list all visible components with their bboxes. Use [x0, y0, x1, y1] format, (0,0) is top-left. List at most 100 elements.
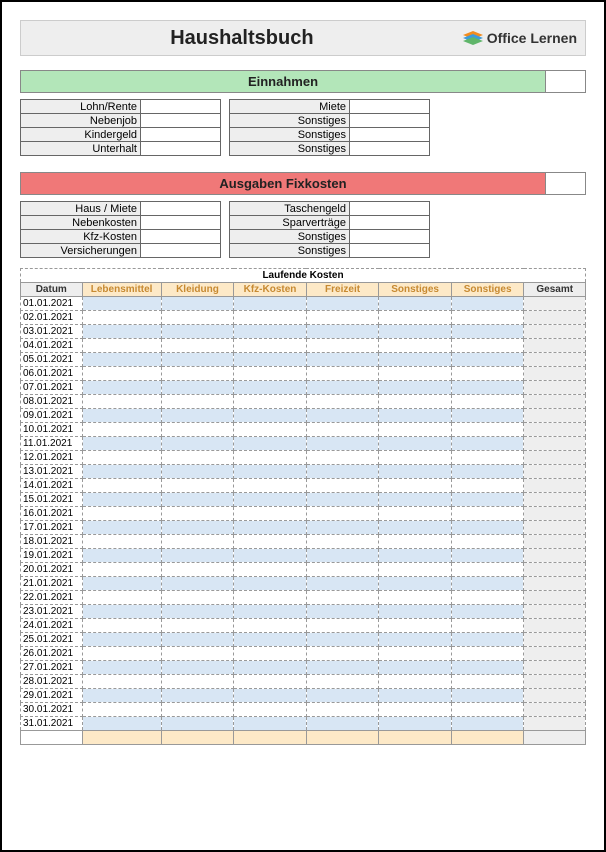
running-data-cell[interactable] — [161, 493, 234, 507]
running-data-cell[interactable] — [234, 717, 307, 731]
running-data-cell[interactable] — [306, 535, 379, 549]
running-data-cell[interactable] — [161, 647, 234, 661]
running-data-cell[interactable] — [451, 465, 524, 479]
running-data-cell[interactable] — [451, 675, 524, 689]
running-data-cell[interactable] — [234, 297, 307, 311]
fixed-left-value[interactable] — [141, 216, 221, 230]
running-data-cell[interactable] — [82, 367, 161, 381]
running-data-cell[interactable] — [161, 577, 234, 591]
running-data-cell[interactable] — [161, 661, 234, 675]
income-left-value[interactable] — [141, 142, 221, 156]
running-data-cell[interactable] — [379, 493, 452, 507]
running-data-cell[interactable] — [234, 339, 307, 353]
running-data-cell[interactable] — [161, 465, 234, 479]
running-data-cell[interactable] — [379, 633, 452, 647]
running-data-cell[interactable] — [82, 619, 161, 633]
running-data-cell[interactable] — [161, 381, 234, 395]
running-data-cell[interactable] — [451, 353, 524, 367]
running-data-cell[interactable] — [451, 325, 524, 339]
running-data-cell[interactable] — [234, 535, 307, 549]
running-data-cell[interactable] — [234, 619, 307, 633]
running-data-cell[interactable] — [451, 591, 524, 605]
running-data-cell[interactable] — [451, 423, 524, 437]
running-data-cell[interactable] — [451, 549, 524, 563]
running-data-cell[interactable] — [82, 479, 161, 493]
running-data-cell[interactable] — [82, 381, 161, 395]
running-data-cell[interactable] — [379, 451, 452, 465]
running-data-cell[interactable] — [306, 465, 379, 479]
running-data-cell[interactable] — [234, 353, 307, 367]
running-data-cell[interactable] — [379, 563, 452, 577]
running-data-cell[interactable] — [306, 311, 379, 325]
running-data-cell[interactable] — [234, 367, 307, 381]
running-data-cell[interactable] — [82, 339, 161, 353]
running-data-cell[interactable] — [306, 493, 379, 507]
running-data-cell[interactable] — [82, 493, 161, 507]
running-data-cell[interactable] — [306, 521, 379, 535]
running-data-cell[interactable] — [161, 633, 234, 647]
running-data-cell[interactable] — [306, 395, 379, 409]
running-data-cell[interactable] — [82, 437, 161, 451]
running-data-cell[interactable] — [451, 577, 524, 591]
running-data-cell[interactable] — [161, 675, 234, 689]
running-data-cell[interactable] — [379, 577, 452, 591]
running-data-cell[interactable] — [306, 339, 379, 353]
running-data-cell[interactable] — [306, 423, 379, 437]
running-data-cell[interactable] — [234, 549, 307, 563]
running-data-cell[interactable] — [234, 703, 307, 717]
running-data-cell[interactable] — [451, 493, 524, 507]
running-data-cell[interactable] — [451, 339, 524, 353]
income-right-value[interactable] — [350, 100, 430, 114]
running-data-cell[interactable] — [306, 549, 379, 563]
running-data-cell[interactable] — [82, 325, 161, 339]
running-data-cell[interactable] — [161, 311, 234, 325]
running-data-cell[interactable] — [161, 535, 234, 549]
running-data-cell[interactable] — [306, 451, 379, 465]
running-data-cell[interactable] — [306, 703, 379, 717]
running-data-cell[interactable] — [379, 703, 452, 717]
running-data-cell[interactable] — [379, 535, 452, 549]
running-data-cell[interactable] — [451, 297, 524, 311]
running-data-cell[interactable] — [451, 647, 524, 661]
running-data-cell[interactable] — [379, 297, 452, 311]
running-data-cell[interactable] — [161, 297, 234, 311]
running-data-cell[interactable] — [82, 647, 161, 661]
running-data-cell[interactable] — [379, 661, 452, 675]
running-data-cell[interactable] — [379, 549, 452, 563]
running-data-cell[interactable] — [82, 423, 161, 437]
running-data-cell[interactable] — [306, 675, 379, 689]
running-data-cell[interactable] — [379, 325, 452, 339]
running-data-cell[interactable] — [451, 381, 524, 395]
running-data-cell[interactable] — [234, 465, 307, 479]
running-data-cell[interactable] — [306, 507, 379, 521]
running-data-cell[interactable] — [451, 605, 524, 619]
running-data-cell[interactable] — [234, 423, 307, 437]
running-data-cell[interactable] — [82, 549, 161, 563]
running-data-cell[interactable] — [379, 647, 452, 661]
running-data-cell[interactable] — [379, 395, 452, 409]
running-data-cell[interactable] — [161, 689, 234, 703]
running-data-cell[interactable] — [234, 563, 307, 577]
running-data-cell[interactable] — [451, 689, 524, 703]
running-data-cell[interactable] — [451, 437, 524, 451]
running-data-cell[interactable] — [161, 409, 234, 423]
running-data-cell[interactable] — [306, 717, 379, 731]
running-data-cell[interactable] — [82, 703, 161, 717]
running-data-cell[interactable] — [451, 451, 524, 465]
running-data-cell[interactable] — [451, 717, 524, 731]
income-left-value[interactable] — [141, 128, 221, 142]
running-data-cell[interactable] — [161, 703, 234, 717]
running-data-cell[interactable] — [82, 451, 161, 465]
running-data-cell[interactable] — [379, 605, 452, 619]
fixed-left-value[interactable] — [141, 230, 221, 244]
running-data-cell[interactable] — [234, 633, 307, 647]
running-data-cell[interactable] — [234, 591, 307, 605]
running-data-cell[interactable] — [234, 311, 307, 325]
running-data-cell[interactable] — [82, 689, 161, 703]
running-data-cell[interactable] — [451, 521, 524, 535]
running-data-cell[interactable] — [451, 395, 524, 409]
running-data-cell[interactable] — [161, 479, 234, 493]
running-data-cell[interactable] — [161, 549, 234, 563]
running-data-cell[interactable] — [379, 689, 452, 703]
running-data-cell[interactable] — [451, 409, 524, 423]
